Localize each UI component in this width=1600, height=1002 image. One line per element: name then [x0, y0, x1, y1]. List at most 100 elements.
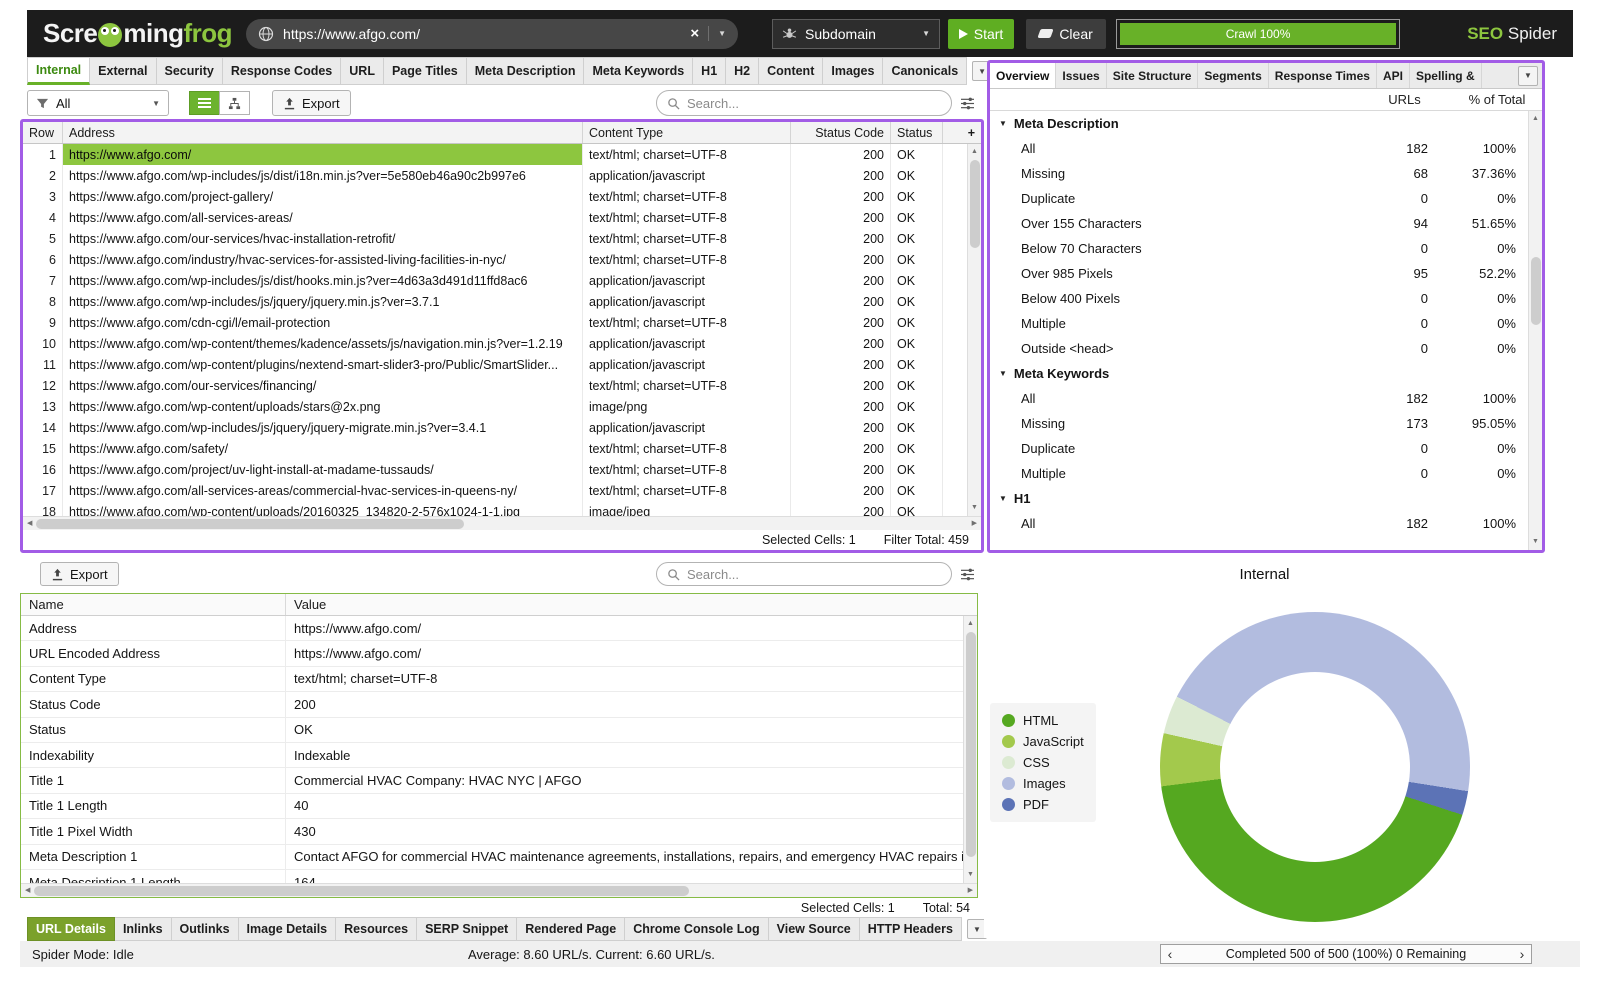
url-table-row[interactable]: 3https://www.afgo.com/project-gallery/te… [23, 186, 967, 207]
details-search-input[interactable] [687, 567, 941, 582]
cell-address[interactable]: https://www.afgo.com/wp-content/uploads/… [63, 501, 583, 516]
collapse-icon[interactable]: ▼ [999, 494, 1007, 503]
details-row-title-1-pixel-width[interactable]: Title 1 Pixel Width430 [21, 819, 963, 844]
scroll-up-icon[interactable]: ▲ [1530, 113, 1541, 125]
details-export-button[interactable]: Export [40, 562, 119, 586]
scroll-right-icon[interactable]: ▶ [970, 518, 979, 530]
cell-address[interactable]: https://www.afgo.com/industry/hvac-servi… [63, 249, 583, 270]
url-table-row[interactable]: 16https://www.afgo.com/project/uv-light-… [23, 459, 967, 480]
details-row-status[interactable]: StatusOK [21, 718, 963, 743]
search-input[interactable] [687, 96, 941, 111]
cell-address[interactable]: https://www.afgo.com/wp-content/uploads/… [63, 396, 583, 417]
tree-view-button[interactable] [219, 91, 250, 115]
scroll-up-icon[interactable]: ▲ [965, 618, 976, 630]
details-row-title-1[interactable]: Title 1Commercial HVAC Company: HVAC NYC… [21, 768, 963, 793]
bottom-tab-serp-snippet[interactable]: SERP Snippet [417, 917, 517, 941]
scroll-right-icon[interactable]: ▶ [966, 885, 975, 897]
url-table-row[interactable]: 17https://www.afgo.com/all-services-area… [23, 480, 967, 501]
bottom-tab-http-headers[interactable]: HTTP Headers [860, 917, 962, 941]
cell-address[interactable]: https://www.afgo.com/wp-includes/js/dist… [63, 270, 583, 291]
cell-address[interactable]: https://www.afgo.com/our-services/financ… [63, 375, 583, 396]
url-table-row[interactable]: 7https://www.afgo.com/wp-includes/js/dis… [23, 270, 967, 291]
bottom-tab-inlinks[interactable]: Inlinks [115, 917, 172, 941]
url-table-row[interactable]: 8https://www.afgo.com/wp-includes/js/jqu… [23, 291, 967, 312]
overview-vscroll[interactable]: ▲ ▼ [1528, 111, 1542, 550]
overview-tab-segments[interactable]: Segments [1198, 63, 1268, 88]
details-row-meta-description-1[interactable]: Meta Description 1Contact AFGO for comme… [21, 845, 963, 870]
overview-row-meta-description-below-70-characters[interactable]: Below 70 Characters00% [990, 236, 1528, 261]
list-view-button[interactable] [189, 91, 220, 115]
scroll-down-icon[interactable]: ▼ [965, 869, 976, 881]
url-table-row[interactable]: 10https://www.afgo.com/wp-content/themes… [23, 333, 967, 354]
overview-row-meta-description-outside-head[interactable]: Outside <head>00% [990, 336, 1528, 361]
col-header-address[interactable]: Address [63, 122, 583, 143]
start-button[interactable]: Start [948, 19, 1014, 49]
hscroll-thumb[interactable] [34, 886, 689, 896]
overview-row-meta-description-over-155-characters[interactable]: Over 155 Characters9451.65% [990, 211, 1528, 236]
bottom-tab-resources[interactable]: Resources [336, 917, 417, 941]
col-header-status-code[interactable]: Status Code [791, 122, 891, 143]
overview-tab-site-structure[interactable]: Site Structure [1107, 63, 1199, 88]
scroll-up-icon[interactable]: ▲ [969, 146, 980, 158]
crawl-mode-dropdown[interactable]: Subdomain ▼ [772, 19, 940, 49]
cell-address[interactable]: https://www.afgo.com/our-services/hvac-i… [63, 228, 583, 249]
hscroll-thumb[interactable] [36, 519, 464, 529]
col-header-value[interactable]: Value [286, 597, 977, 612]
details-row-title-1-length[interactable]: Title 1 Length40 [21, 794, 963, 819]
cell-address[interactable]: https://www.afgo.com/wp-includes/js/dist… [63, 165, 583, 186]
cell-address[interactable]: https://www.afgo.com/safety/ [63, 438, 583, 459]
cell-address[interactable]: https://www.afgo.com/project-gallery/ [63, 186, 583, 207]
overview-tabs-more-button[interactable]: ▼ [1518, 66, 1538, 86]
url-table-row[interactable]: 5https://www.afgo.com/our-services/hvac-… [23, 228, 967, 249]
add-column-icon[interactable]: + [943, 122, 981, 143]
overview-row-meta-keywords-missing[interactable]: Missing17395.05% [990, 411, 1528, 436]
cell-address[interactable]: https://www.afgo.com/wp-content/plugins/… [63, 354, 583, 375]
main-tab-meta-description[interactable]: Meta Description [467, 57, 585, 85]
main-tab-content[interactable]: Content [759, 57, 823, 85]
overview-row-meta-description-below-400-pixels[interactable]: Below 400 Pixels00% [990, 286, 1528, 311]
bottom-tab-chrome-console-log[interactable]: Chrome Console Log [625, 917, 768, 941]
url-table-row[interactable]: 18https://www.afgo.com/wp-content/upload… [23, 501, 967, 516]
overview-section-h1[interactable]: ▼H1 [990, 486, 1528, 511]
advanced-filter-icon[interactable] [960, 568, 975, 581]
cell-address[interactable]: https://www.afgo.com/wp-includes/js/jque… [63, 417, 583, 438]
url-table-vscroll[interactable]: ▲ ▼ [967, 144, 981, 516]
overview-section-meta-description[interactable]: ▼Meta Description [990, 111, 1528, 136]
overview-row-meta-description-duplicate[interactable]: Duplicate00% [990, 186, 1528, 211]
col-header-name[interactable]: Name [21, 594, 286, 615]
nav-prev-icon[interactable]: ‹ [1161, 945, 1179, 963]
overview-row-meta-description-over-985-pixels[interactable]: Over 985 Pixels9552.2% [990, 261, 1528, 286]
collapse-icon[interactable]: ▼ [999, 119, 1007, 128]
url-table-hscroll[interactable]: ◀ ▶ [23, 516, 981, 530]
col-header-urls[interactable]: URLs [1357, 92, 1452, 107]
details-search-box[interactable] [656, 562, 952, 586]
bottom-tab-outlinks[interactable]: Outlinks [172, 917, 239, 941]
advanced-filter-icon[interactable] [960, 97, 975, 110]
cell-address[interactable]: https://www.afgo.com/cdn-cgi/l/email-pro… [63, 312, 583, 333]
cell-address[interactable]: https://www.afgo.com/all-services-areas/ [63, 207, 583, 228]
overview-row-meta-description-all[interactable]: All182100% [990, 136, 1528, 161]
nav-next-icon[interactable]: › [1513, 945, 1531, 963]
details-vscroll[interactable]: ▲ ▼ [963, 616, 977, 883]
details-row-content-type[interactable]: Content Typetext/html; charset=UTF-8 [21, 667, 963, 692]
cell-address[interactable]: https://www.afgo.com/wp-content/themes/k… [63, 333, 583, 354]
bottom-tab-image-details[interactable]: Image Details [239, 917, 337, 941]
url-table-row[interactable]: 14https://www.afgo.com/wp-includes/js/jq… [23, 417, 967, 438]
overview-row-h1-all[interactable]: All182100% [990, 511, 1528, 536]
bottom-tab-rendered-page[interactable]: Rendered Page [517, 917, 625, 941]
details-row-status-code[interactable]: Status Code200 [21, 692, 963, 717]
col-header-content-type[interactable]: Content Type [583, 122, 791, 143]
url-history-caret-icon[interactable]: ▼ [718, 29, 726, 38]
scroll-down-icon[interactable]: ▼ [969, 502, 980, 514]
cell-address[interactable]: https://www.afgo.com/ [63, 144, 583, 165]
main-tab-page-titles[interactable]: Page Titles [384, 57, 467, 85]
main-tab-h2[interactable]: H2 [726, 57, 759, 85]
collapse-icon[interactable]: ▼ [999, 369, 1007, 378]
overview-tab-spelling[interactable]: Spelling & [1410, 63, 1482, 88]
col-header-pct-of-total[interactable]: % of Total [1452, 92, 1542, 107]
col-header-status[interactable]: Status [891, 122, 943, 143]
main-tab-internal[interactable]: Internal [27, 57, 90, 85]
details-row-url-encoded-address[interactable]: URL Encoded Addresshttps://www.afgo.com/ [21, 641, 963, 666]
export-button[interactable]: Export [272, 90, 351, 116]
details-row-meta-description-1-length[interactable]: Meta Description 1 Length164 [21, 870, 963, 883]
